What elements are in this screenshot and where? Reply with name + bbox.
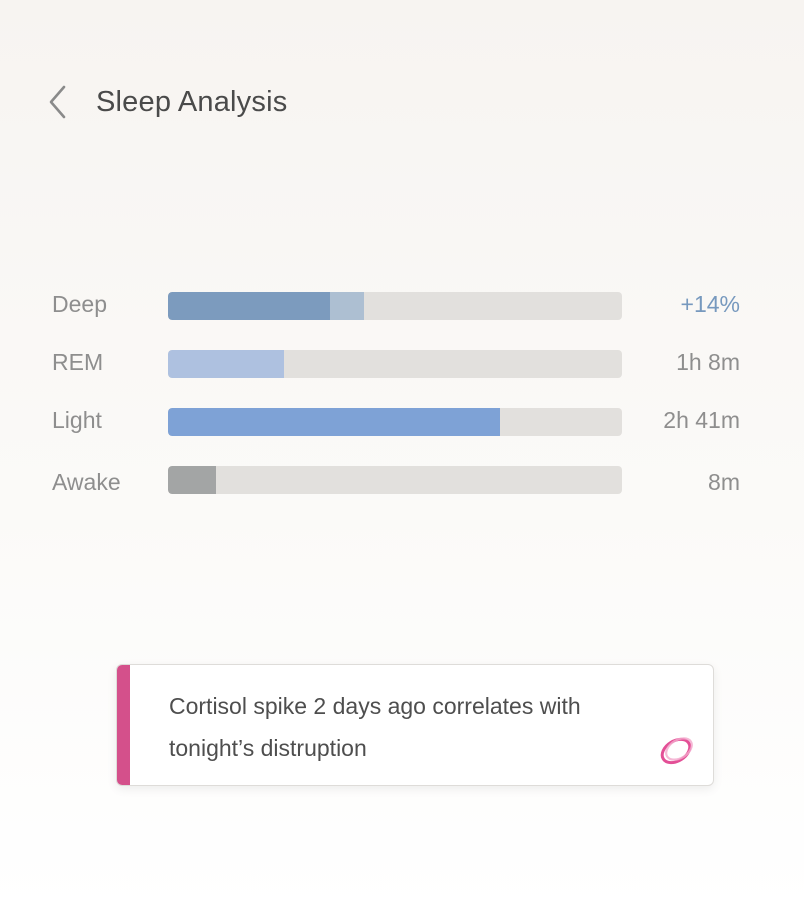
stage-label: REM — [52, 349, 104, 375]
stage-track — [168, 292, 622, 320]
insight-card[interactable]: Cortisol spike 2 days ago correlates wit… — [116, 664, 714, 786]
stage-label: Awake — [52, 469, 121, 495]
chevron-left-icon — [49, 85, 66, 119]
header: Sleep Analysis — [48, 80, 287, 124]
stage-fill-extra — [330, 292, 365, 320]
stage-row-deep: Deep +14% — [52, 286, 742, 344]
page-title: Sleep Analysis — [96, 85, 288, 118]
insight-text: Cortisol spike 2 days ago correlates wit… — [169, 693, 581, 761]
stage-track — [168, 408, 622, 436]
ring-icon — [660, 737, 693, 765]
stage-label: Deep — [52, 291, 107, 317]
stage-row-light: Light 2h 41m — [52, 402, 742, 460]
back-button[interactable] — [48, 80, 72, 124]
stage-track — [168, 466, 622, 494]
stage-value: 1h 8m — [676, 349, 740, 375]
stage-fill — [168, 466, 217, 494]
stage-row-awake: Awake 8m — [52, 460, 742, 518]
stage-row-rem: REM 1h 8m — [52, 344, 742, 402]
stage-label: Light — [52, 407, 102, 433]
sleep-stages-list: Deep +14% REM 1h 8m Light 2h 41m Awake 8… — [52, 286, 742, 518]
stage-fill — [168, 292, 331, 320]
stage-track — [168, 350, 622, 378]
insight-accent-bar — [117, 665, 130, 785]
stage-fill — [168, 408, 500, 436]
stage-fill — [168, 350, 284, 378]
stage-value: 2h 41m — [663, 407, 740, 433]
stage-value: 8m — [708, 469, 740, 495]
stage-value: +14% — [680, 291, 740, 317]
